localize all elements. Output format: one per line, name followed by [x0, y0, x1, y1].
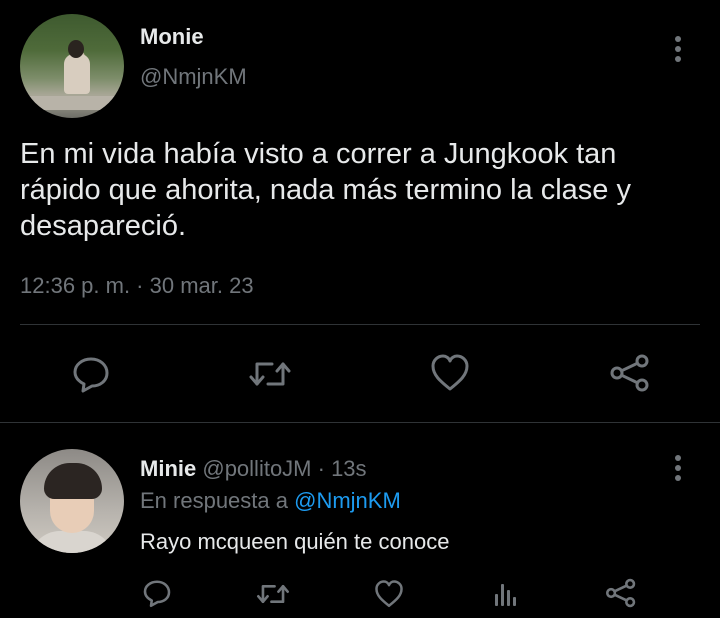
replying-to: En respuesta a @NmjnKM [140, 488, 401, 514]
share-icon[interactable] [605, 578, 637, 608]
tweet-text: En mi vida había visto a correr a Jungko… [20, 136, 710, 244]
tweet-text-line: desapareció. [20, 210, 187, 242]
author-avatar[interactable] [20, 14, 124, 118]
divider [20, 324, 700, 325]
reply-text: Rayo mcqueen quién te conoce [140, 529, 450, 554]
avatar-head [68, 40, 84, 58]
retweet-icon[interactable] [248, 356, 292, 392]
reply-header: Minie @pollitoJM · 13s [140, 456, 367, 482]
like-icon[interactable] [374, 580, 404, 608]
more-vertical-icon[interactable] [666, 455, 690, 481]
retweet-icon[interactable] [256, 580, 290, 608]
replying-to-link[interactable]: @NmjnKM [294, 488, 401, 513]
reply-icon[interactable] [71, 354, 111, 394]
like-icon[interactable] [430, 354, 470, 392]
more-vertical-icon[interactable] [666, 36, 690, 62]
reply-time[interactable]: · 13s [318, 456, 367, 481]
reply-author-avatar[interactable] [20, 449, 124, 553]
avatar-figure [64, 54, 90, 94]
author-handle[interactable]: @NmjnKM [140, 64, 247, 90]
divider [0, 422, 720, 423]
reply-icon[interactable] [142, 578, 172, 608]
author-name[interactable]: Monie [140, 24, 204, 50]
reply-author-name[interactable]: Minie [140, 456, 196, 481]
views-icon[interactable] [492, 580, 520, 608]
tweet-timestamp[interactable]: 12:36 p. m. · 30 mar. 23 [20, 273, 254, 299]
tweet-text-line: En mi vida había visto a correr a Jungko… [20, 138, 617, 170]
replying-to-label: En respuesta a [140, 488, 288, 513]
share-icon[interactable] [609, 354, 651, 392]
avatar-hair [44, 463, 102, 499]
avatar-shirt [30, 531, 114, 553]
avatar-ledge [20, 96, 124, 110]
reply-author-handle[interactable]: @pollitoJM [202, 456, 311, 481]
tweet-text-line: rápido que ahorita, nada más termino la … [20, 174, 631, 206]
